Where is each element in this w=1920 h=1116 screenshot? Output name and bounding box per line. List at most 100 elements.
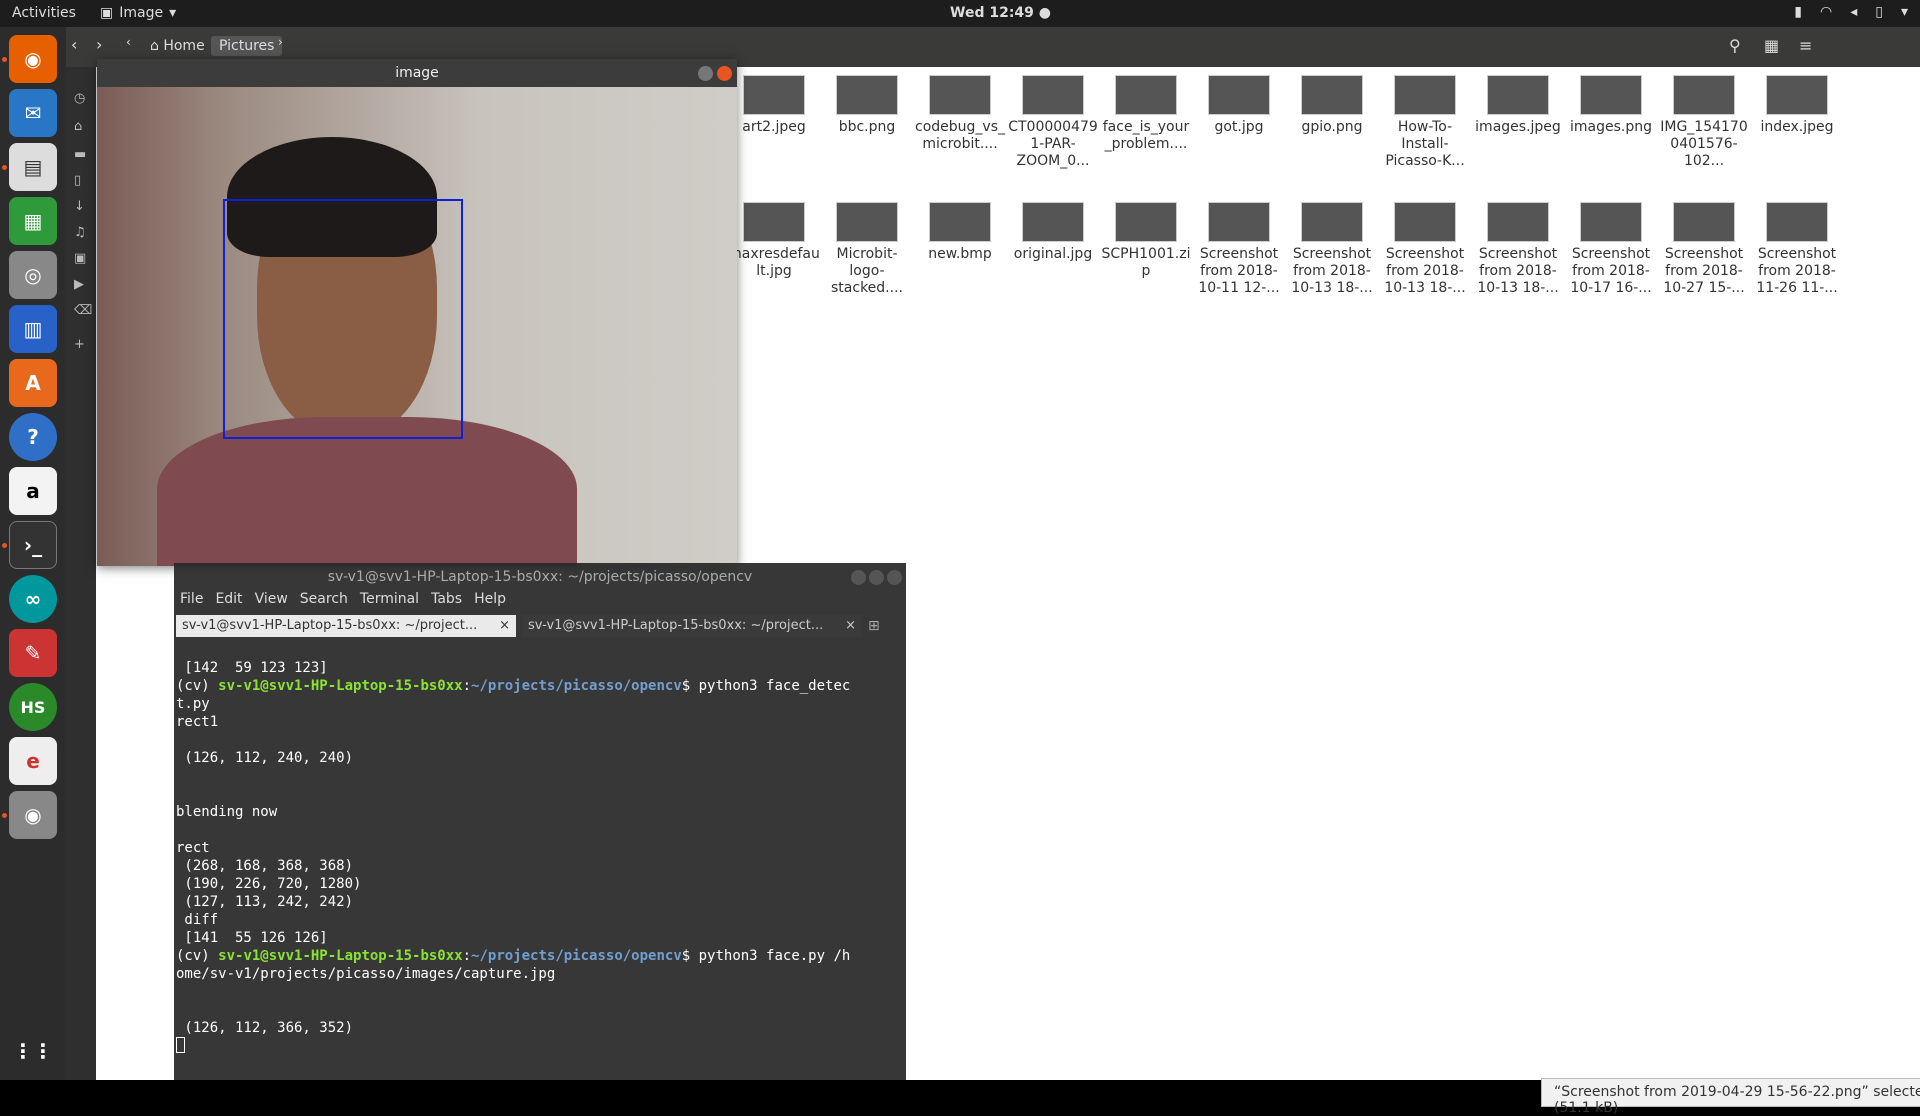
file-item[interactable]: How-To-Install-Picasso-K...	[1379, 75, 1471, 170]
menu-terminal[interactable]: Terminal	[360, 591, 419, 613]
image-window: image	[97, 59, 737, 566]
file-item[interactable]: gpio.png	[1286, 75, 1378, 136]
file-item[interactable]: Screenshot from 2018-10-27 15-...	[1658, 202, 1750, 297]
file-thumbnail	[929, 202, 991, 242]
terminal-tab-1[interactable]: sv-v1@svv1-HP-Laptop-15-bs0xx: ~/project…	[176, 615, 516, 637]
terminal-icon[interactable]: ›_	[9, 521, 57, 569]
file-name: Screenshot from 2018-10-13 18-...	[1384, 246, 1466, 296]
breadcrumb-home[interactable]: ⌂ Home	[142, 36, 213, 56]
battery-icon: ▯	[1875, 4, 1883, 20]
arduino-icon[interactable]: ∞	[9, 575, 57, 623]
window-title: image	[395, 65, 439, 81]
status-bar: “Screenshot from 2019-04-29 15-56-22.png…	[1541, 1078, 1920, 1116]
rhythmbox-icon[interactable]: ◎	[9, 251, 57, 299]
home-icon[interactable]: ⌂	[74, 119, 82, 134]
shirt-shape	[157, 417, 577, 566]
file-item[interactable]: face_is_your_problem....	[1100, 75, 1192, 153]
download-icon[interactable]: ↓	[74, 199, 85, 214]
calc-icon[interactable]: ▦	[9, 197, 57, 245]
close-icon[interactable]	[887, 570, 902, 585]
music-icon[interactable]: ♫	[74, 225, 86, 240]
trash-icon[interactable]: ⌫	[74, 303, 92, 318]
document-icon[interactable]: ▯	[74, 173, 81, 188]
view-toggle-icon[interactable]: ▦	[1764, 36, 1779, 55]
writer-icon[interactable]: ▥	[9, 305, 57, 353]
folder-icon[interactable]: ▬	[74, 147, 86, 162]
search-icon[interactable]: ⚲	[1729, 36, 1741, 55]
menu-edit[interactable]: Edit	[215, 591, 242, 613]
home-icon: ⌂	[150, 38, 159, 54]
image-window-titlebar[interactable]: image	[97, 59, 737, 87]
file-item[interactable]: codebug_vs_microbit....	[914, 75, 1006, 153]
close-icon[interactable]: ×	[499, 615, 510, 637]
file-thumbnail	[1115, 75, 1177, 115]
file-item[interactable]: original.jpg	[1007, 202, 1099, 263]
system-tray[interactable]: ▮ ◠ ◂ ▯ ▾	[1794, 4, 1908, 20]
terminal-output[interactable]: [142 59 123 123] (cv) sv-v1@svv1-HP-Lapt…	[174, 641, 906, 1058]
file-item[interactable]: got.jpg	[1193, 75, 1285, 136]
file-item[interactable]: new.bmp	[914, 202, 1006, 263]
maximize-icon[interactable]	[869, 570, 884, 585]
close-icon[interactable]: ×	[845, 615, 856, 637]
settings-icon[interactable]: ✎	[9, 629, 57, 677]
app-icon[interactable]: e	[9, 737, 57, 785]
menu-view[interactable]: View	[255, 591, 288, 613]
minimize-icon[interactable]	[851, 570, 866, 585]
file-item[interactable]: Screenshot from 2018-10-13 18-...	[1472, 202, 1564, 297]
close-icon[interactable]	[717, 66, 732, 81]
file-item[interactable]: CT000004791-PAR-ZOOM_0...	[1007, 75, 1099, 170]
camera-app-icon[interactable]: ◉	[9, 791, 57, 839]
file-thumbnail	[1208, 75, 1270, 115]
thunderbird-icon[interactable]: ✉	[9, 89, 57, 137]
file-item[interactable]: IMG_1541700401576-102...	[1658, 75, 1750, 170]
clock[interactable]: Wed 12:49 ●	[950, 5, 1051, 21]
back-icon[interactable]: ‹	[71, 35, 77, 54]
hs-icon[interactable]: HS	[9, 683, 57, 731]
amazon-icon[interactable]: a	[9, 467, 57, 515]
menu-help[interactable]: Help	[474, 591, 506, 613]
file-item[interactable]: images.jpeg	[1472, 75, 1564, 136]
file-item[interactable]: bbc.png	[821, 75, 913, 136]
file-item[interactable]: Screenshot from 2018-10-13 18-...	[1379, 202, 1471, 297]
files-icon[interactable]: ▤	[9, 143, 57, 191]
minimize-icon[interactable]	[698, 66, 713, 81]
image-icon: ▣	[100, 5, 114, 21]
breadcrumb-pictures[interactable]: Pictures	[211, 36, 283, 56]
terminal-titlebar[interactable]: sv-v1@svv1-HP-Laptop-15-bs0xx: ~/project…	[174, 563, 906, 591]
volume-icon: ◂	[1850, 4, 1858, 20]
firefox-icon[interactable]: ◉	[9, 35, 57, 83]
file-item[interactable]: art2.jpeg	[728, 75, 820, 136]
activities-button[interactable]: Activities	[12, 5, 76, 21]
file-item[interactable]: Screenshot from 2018-10-13 18-...	[1286, 202, 1378, 297]
file-name: Screenshot from 2018-11-26 11-...	[1756, 246, 1838, 296]
recent-icon[interactable]: ◷	[74, 91, 85, 106]
file-item[interactable]: images.png	[1565, 75, 1657, 136]
file-thumbnail	[743, 202, 805, 242]
forward-icon[interactable]: ›	[96, 35, 102, 54]
new-tab-icon[interactable]: ⊞	[868, 615, 880, 639]
crumb-right-icon[interactable]: ›	[278, 35, 283, 49]
videos-icon[interactable]: ▶	[74, 277, 84, 292]
file-item[interactable]: Screenshot from 2018-11-26 11-...	[1751, 202, 1843, 297]
crumb-left-icon[interactable]: ‹	[126, 35, 131, 49]
app-menu[interactable]: ▣ Image ▾	[100, 5, 176, 21]
file-item[interactable]: index.jpeg	[1751, 75, 1843, 136]
chevron-down-icon: ▾	[1900, 4, 1908, 20]
show-apps-icon[interactable]: ⋮⋮	[9, 1027, 57, 1075]
terminal-tab-2[interactable]: sv-v1@svv1-HP-Laptop-15-bs0xx: ~/project…	[522, 615, 862, 637]
menu-file[interactable]: File	[180, 591, 203, 613]
menu-tabs[interactable]: Tabs	[431, 591, 462, 613]
menu-search[interactable]: Search	[300, 591, 348, 613]
help-icon[interactable]: ?	[9, 413, 57, 461]
add-location-icon[interactable]: +	[74, 337, 85, 352]
software-icon[interactable]: A	[9, 359, 57, 407]
file-item[interactable]: Screenshot from 2018-10-17 16-...	[1565, 202, 1657, 297]
menu-icon[interactable]: ≡	[1799, 36, 1812, 55]
file-thumbnail	[1487, 75, 1549, 115]
file-item[interactable]: maxresdefault.jpg	[728, 202, 820, 280]
pictures-icon[interactable]: ▣	[74, 251, 86, 266]
dock: ◉ ✉ ▤ ▦ ◎ ▥ A ? a ›_ ∞ ✎ HS e ◉ ⋮⋮	[0, 27, 66, 1080]
file-item[interactable]: Screenshot from 2018-10-11 12-...	[1193, 202, 1285, 297]
file-item[interactable]: SCPH1001.zip	[1100, 202, 1192, 280]
file-item[interactable]: Microbit-logo-stacked....	[821, 202, 913, 297]
